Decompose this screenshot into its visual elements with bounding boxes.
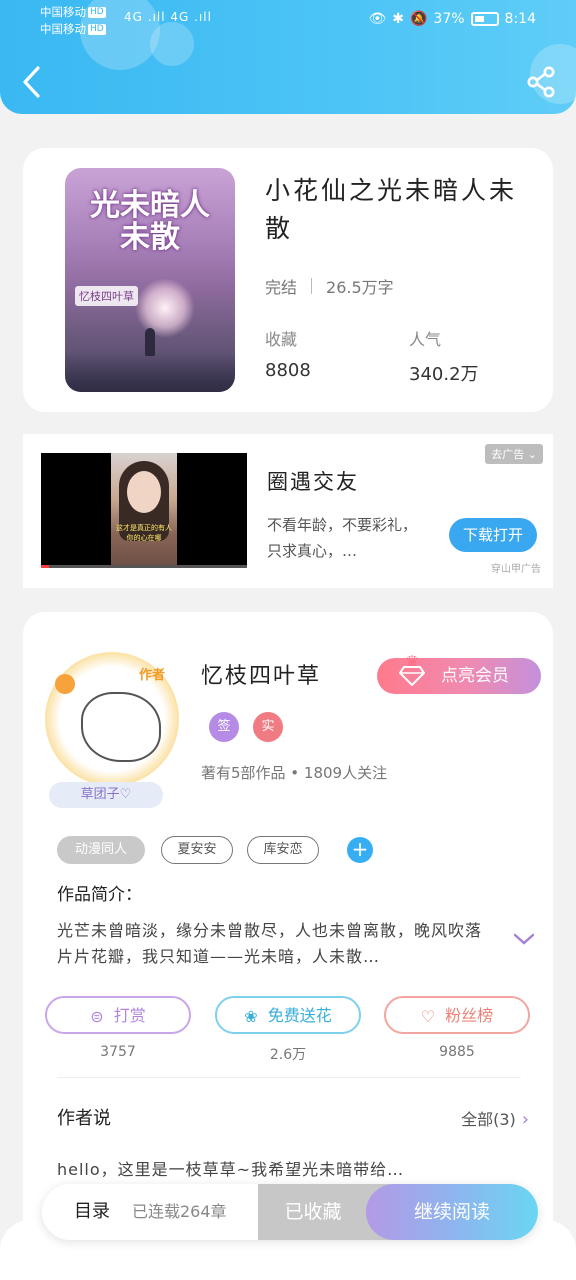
ad-title: 圈遇交友 [267,470,359,494]
chevron-right-icon: › [521,1109,529,1130]
intro-text: 光芒未曾暗淡，缘分未曾散尽，人也未曾离散，晚风吹落片片花瓣，我只知道——光未暗，… [57,921,483,966]
ad-progress-bar [41,565,247,568]
ad-banner[interactable]: 这才是真正的有人你的心在哪 圈遇交友 不看年龄，不要彩礼，只求真心，… 去广告 … [23,434,553,588]
cover-shore [65,352,235,392]
header-bar: 中国移动 HD 中国移动 HD 4G .ıll 4G .ıll 👁 ✱ 🔕 37% … [0,0,576,114]
remove-ad-button[interactable]: 去广告 ⌄ [485,444,543,464]
tag-chip[interactable]: 库安恋 [247,836,319,864]
eye-icon: 👁 [368,11,387,27]
word-count: 26.5万字 [326,278,394,297]
flower-icon: ❀ [244,1006,258,1026]
carrier-info: 中国移动 HD 中国移动 HD [40,4,106,38]
ad-description: 不看年龄，不要彩礼，只求真心，… [267,516,418,560]
back-icon[interactable] [20,64,44,100]
cover-title: 光未暗人未散 [90,188,210,255]
book-info-card: 光未暗人未散 忆枝四叶草 小花仙之光未暗人未散 完结 26.5万字 收藏 880… [23,148,553,412]
verified-badge: 实 [253,712,283,742]
book-meta: 完结 26.5万字 [265,274,394,298]
popularity-label: 人气 [409,330,442,349]
avatar-image [81,692,161,762]
ad-face [127,471,161,513]
bluetooth-icon: ✱ [392,11,404,27]
meta-divider [311,278,313,294]
cover-light [135,278,195,338]
favorites-value: 8808 [265,360,311,381]
book-cover[interactable]: 光未暗人未散 忆枝四叶草 [65,168,235,392]
ad-download-button[interactable]: 下载打开 [449,518,537,552]
fans-rank-button[interactable]: ♡ 粉丝榜 [384,996,530,1034]
book-title: 小花仙之光未暗人未散 [265,176,518,243]
tag-chip[interactable]: 夏安安 [161,836,233,864]
ad-caption: 这才是真正的有人你的心在哪 [116,524,172,542]
toc-button[interactable]: 目录 [74,1184,110,1240]
status-right: 👁 ✱ 🔕 37% 8:14 [368,11,536,27]
author-says-label: 作者说 [57,1108,111,1129]
view-all-link[interactable]: 全部(3) › [461,1106,529,1130]
battery-icon [470,12,499,26]
author-says-text[interactable]: hello，这里是一枝草草~我希望光未暗带给… [57,1156,404,1180]
flower-count: 2.6万 [269,1047,307,1063]
clock: 8:14 [504,11,536,27]
section-divider [57,1077,521,1078]
favorites-label: 收藏 [265,330,298,349]
reward-label: 打赏 [113,1006,146,1025]
tag-chip[interactable]: 动漫同人 [57,836,145,864]
remove-ad-label: 去广告 [491,448,525,461]
status-bar: 中国移动 HD 中国移动 HD 4G .ıll 4G .ıll 👁 ✱ 🔕 37% … [40,4,536,40]
reward-button[interactable]: ⊜ 打赏 [45,996,191,1034]
diamond-icon [399,666,425,687]
ad-source: 穿山甲广告 [491,564,541,575]
carrier-name: 中国移动 [40,22,86,36]
author-avatar[interactable]: 作者 草团子♡ [37,644,187,812]
send-flower-button[interactable]: ❀ 免费送花 [215,996,361,1034]
bottom-action-bar: 目录 已连载264章 已收藏 继续阅读 [42,1184,538,1240]
battery-percent: 37% [433,11,465,27]
fans-label: 粉丝榜 [445,1006,494,1025]
author-tag: 作者 [139,668,166,683]
view-all-label: 全部(3) [461,1110,516,1129]
serial-status: 已连载264章 [132,1202,227,1221]
ad-photo: 这才是真正的有人你的心在哪 [111,453,177,568]
signed-badge: 签 [209,712,239,742]
cover-author: 忆枝四叶草 [75,286,138,306]
fans-count: 9885 [439,1044,475,1060]
author-works-info: 著有5部作品 • 1809人关注 [201,764,388,782]
vip-button[interactable]: ♛ 点亮会员 [377,652,541,694]
hd-badge: HD [88,24,106,35]
coin-icon: ⊜ [90,1006,104,1026]
hd-badge: HD [88,7,106,18]
carrier-name: 中国移动 [40,5,86,19]
intro-label: 作品简介： [57,885,142,905]
vip-label: 点亮会员 [441,666,509,686]
continue-reading-button[interactable]: 继续阅读 [366,1184,538,1240]
signal-icon: 4G .ıll 4G .ıll [124,10,212,24]
expand-chevron-icon[interactable] [513,932,535,946]
user-heart-icon: ♡ [420,1006,436,1026]
avatar-decor [55,674,75,694]
author-name[interactable]: 忆枝四叶草 [201,658,321,690]
popularity-value: 340.2万 [409,364,479,385]
author-card: 作者 草团子♡ 忆枝四叶草 ♛ 点亮会员 签 实 著有5部作品 • 1809人关… [23,612,553,1280]
avatar-ribbon: 草团子♡ [49,782,163,808]
add-tag-button[interactable]: + [347,837,373,863]
share-icon[interactable] [526,66,556,98]
reward-count: 3757 [100,1044,136,1060]
chevron-down-icon: ⌄ [527,448,537,461]
mute-icon: 🔕 [409,11,428,27]
flower-label: 免费送花 [267,1006,332,1025]
book-status: 完结 [265,278,298,297]
ad-video[interactable]: 这才是真正的有人你的心在哪 [41,453,247,568]
